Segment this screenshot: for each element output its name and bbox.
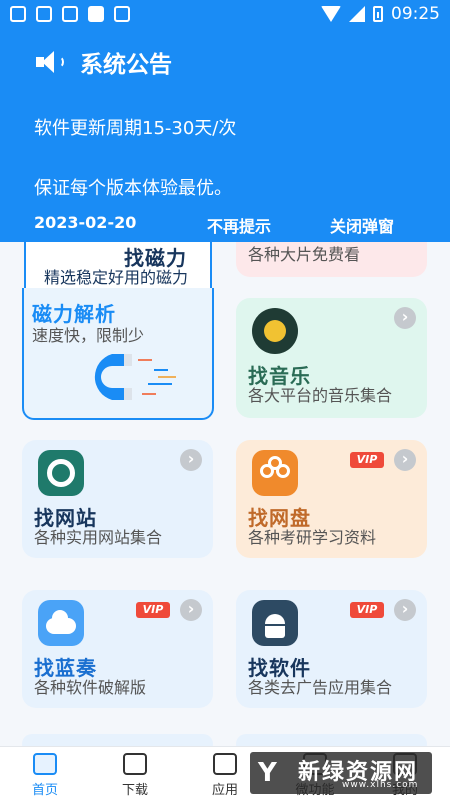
download-icon (123, 753, 147, 775)
nav-download[interactable]: 下载 (100, 747, 170, 800)
card-netdisk[interactable]: VIP › 找网盘 各种考研学习资料 (236, 440, 427, 558)
card-magnet-top-subtitle: 精选稳定好用的磁力 (44, 268, 189, 287)
card-lanzou[interactable]: VIP › 找蓝奏 各种软件破解版 (22, 590, 213, 708)
netdisk-icon (252, 450, 298, 496)
watermark-en: www.xlhs.com (342, 780, 419, 790)
bag-icon (213, 753, 237, 775)
battery-icon (373, 6, 383, 22)
square-notification-icon (88, 6, 104, 22)
nav-download-label: 下载 (121, 783, 148, 798)
status-bar: 09:25 (0, 0, 450, 30)
speaker-icon (36, 49, 66, 75)
announcement-date: 2023-02-20 (34, 213, 137, 232)
card-lanzou-subtitle: 各种软件破解版 (34, 678, 147, 697)
download-notification-icon (62, 6, 78, 22)
wifi-icon (321, 6, 341, 22)
card-websites[interactable]: › 找网站 各种实用网站集合 (22, 440, 213, 558)
android-icon (252, 600, 298, 646)
card-software[interactable]: VIP › 找软件 各类去广告应用集合 (236, 590, 427, 708)
announcement-line-2: 保证每个版本体验最优。 (34, 178, 232, 199)
doc-notification-icon (36, 6, 52, 22)
card-magnet-parse[interactable]: 磁力解析 速度快，限制少 (22, 288, 214, 420)
card-movies-subtitle: 各种大片免费看 (248, 245, 361, 264)
app-notification-icon (10, 6, 26, 22)
card-netdisk-arrow-icon: › (394, 449, 416, 471)
text-notification-icon (114, 6, 130, 22)
watermark: Y 新绿资源网 www.xlhs.com (250, 752, 432, 794)
announcement-line-1: 软件更新周期15-30天/次 (34, 118, 237, 139)
card-music[interactable]: › 找音乐 各大平台的音乐集合 (236, 298, 427, 418)
card-websites-subtitle: 各种实用网站集合 (34, 528, 163, 547)
magnet-icon (94, 354, 176, 400)
card-software-arrow-icon: › (394, 599, 416, 621)
chrome-icon (38, 450, 84, 496)
signal-icon (349, 6, 365, 22)
announcement-title: 系统公告 (80, 52, 172, 78)
status-time: 09:25 (391, 4, 440, 24)
card-magnet-parse-subtitle: 速度快，限制少 (32, 326, 145, 345)
notification-icons (10, 6, 130, 22)
vip-badge: VIP (350, 602, 384, 618)
cloud-icon (38, 600, 84, 646)
vip-badge: VIP (136, 602, 170, 618)
nav-home-label: 首页 (31, 783, 58, 798)
dont-show-again-button[interactable]: 不再提示 (207, 213, 271, 237)
home-icon (33, 753, 57, 775)
card-websites-arrow-icon: › (180, 449, 202, 471)
card-netdisk-subtitle: 各种考研学习资料 (248, 528, 377, 547)
music-disc-icon (252, 308, 298, 354)
watermark-logo-icon: Y (258, 758, 277, 788)
card-software-subtitle: 各类去广告应用集合 (248, 678, 393, 697)
vip-badge: VIP (350, 452, 384, 468)
announcement-panel: 系统公告 软件更新周期15-30天/次 保证每个版本体验最优。 2023-02-… (0, 30, 450, 242)
close-popup-button[interactable]: 关闭弹窗 (330, 213, 394, 237)
card-music-arrow-icon: › (394, 307, 416, 329)
nav-home[interactable]: 首页 (10, 747, 80, 800)
card-music-subtitle: 各大平台的音乐集合 (248, 386, 393, 405)
card-lanzou-arrow-icon: › (180, 599, 202, 621)
